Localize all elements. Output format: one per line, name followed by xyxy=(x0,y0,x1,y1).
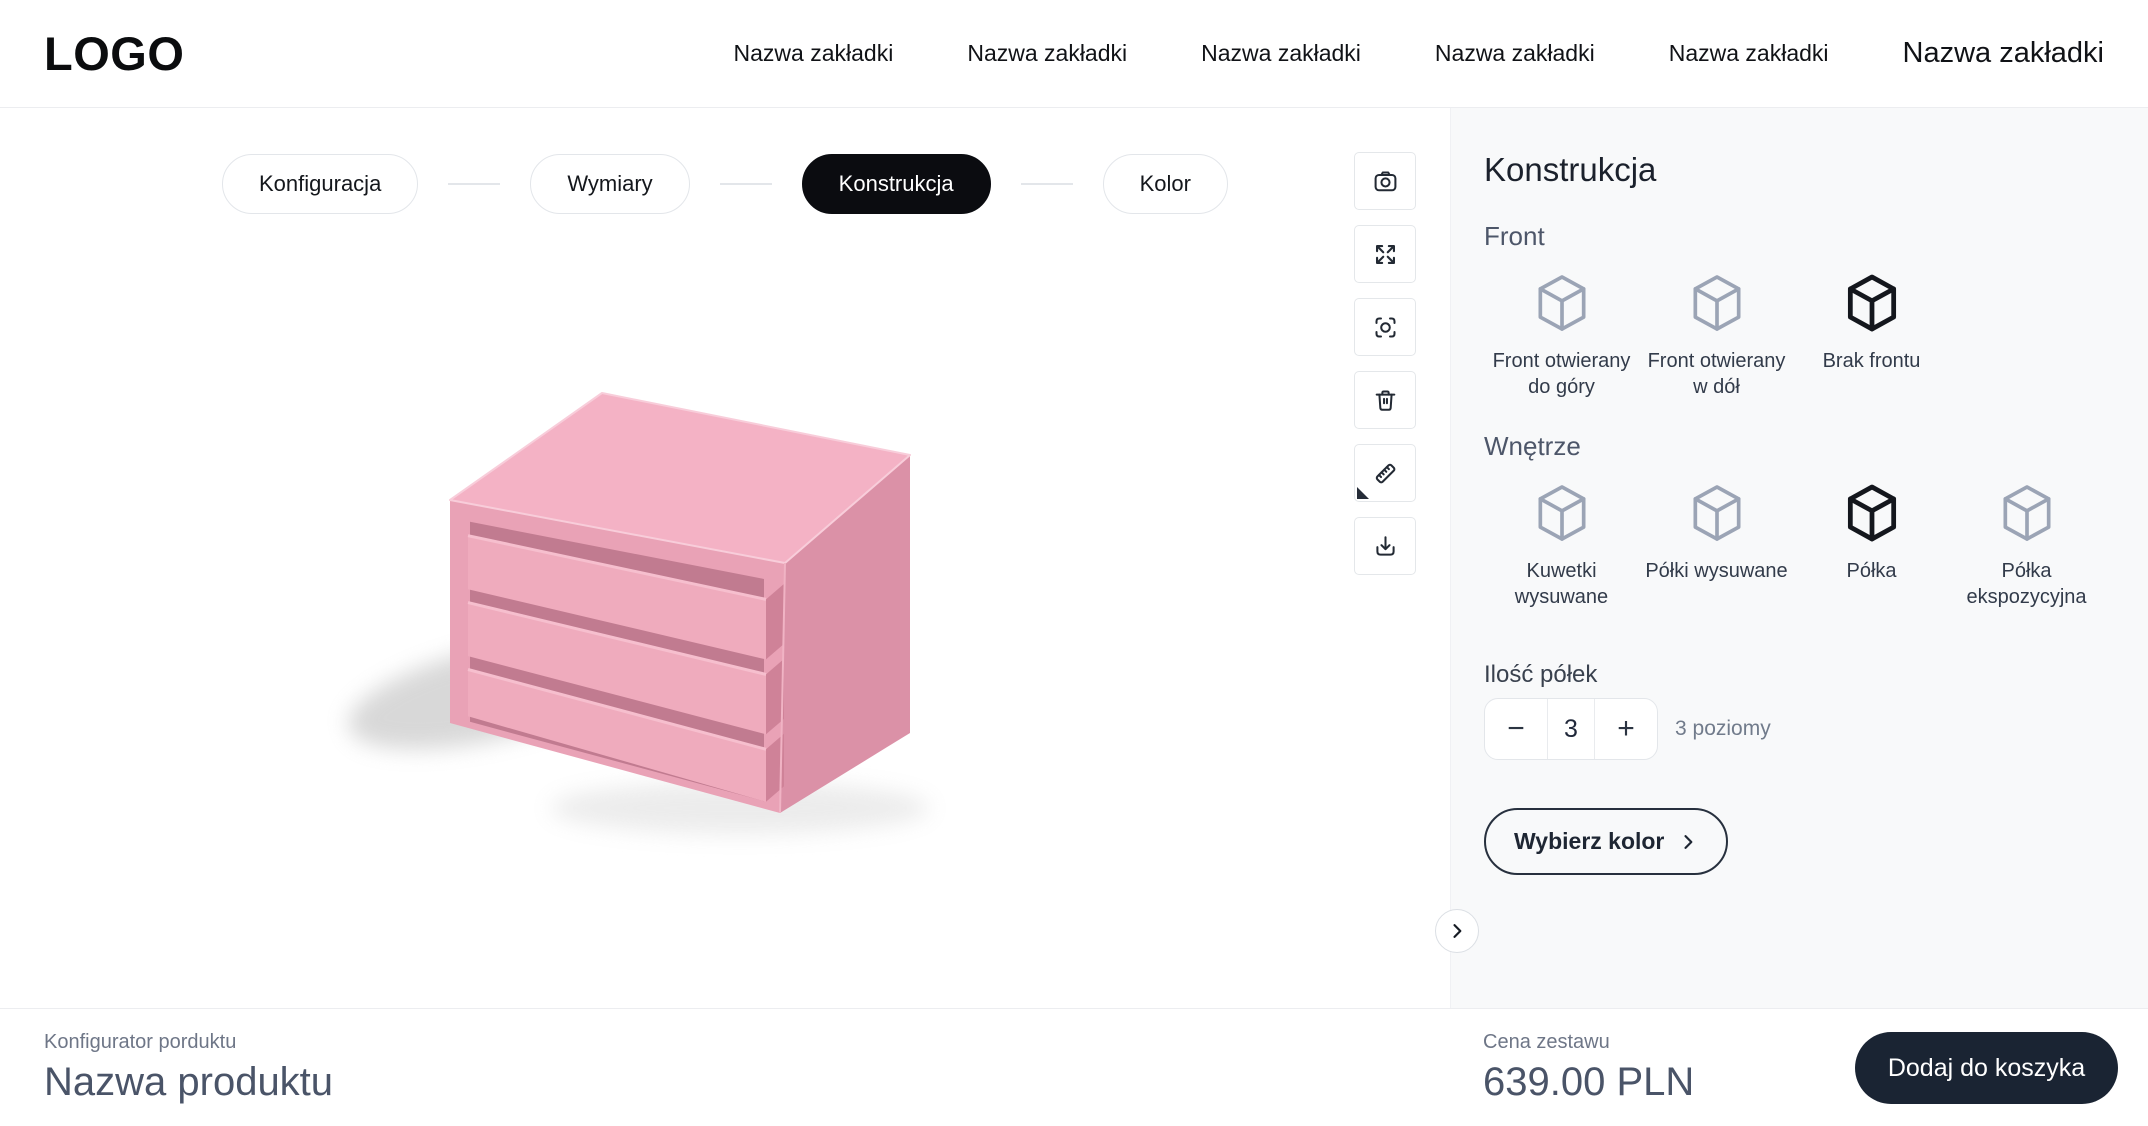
focus-center-icon xyxy=(1372,314,1399,341)
measure-button[interactable] xyxy=(1354,444,1416,502)
option-label: Kuwetki wysuwane xyxy=(1484,558,1639,610)
center-view-button[interactable] xyxy=(1354,298,1416,356)
interior-options: Kuwetki wysuwane Półki wysuwane Półka Pó… xyxy=(1484,484,2124,610)
nav-item-3[interactable]: Nazwa zakładki xyxy=(1201,40,1361,67)
nav-item-5[interactable]: Nazwa zakładki xyxy=(1669,40,1829,67)
option-front-otwierany-w-dol[interactable]: Front otwierany w dół xyxy=(1639,274,1794,400)
fullscreen-icon xyxy=(1372,241,1399,268)
cube-icon xyxy=(1846,274,1898,332)
camera-icon xyxy=(1372,168,1399,195)
cube-icon xyxy=(1691,484,1743,542)
product-info: Konfigurator porduktu Nazwa produktu xyxy=(44,1029,333,1105)
cube-icon xyxy=(1536,274,1588,332)
nav-item-2[interactable]: Nazwa zakładki xyxy=(967,40,1127,67)
configurator-kicker: Konfigurator porduktu xyxy=(44,1029,333,1055)
panel-title: Konstrukcja xyxy=(1484,150,2124,190)
product-configurator-app: LOGO Nazwa zakładki Nazwa zakładki Nazwa… xyxy=(0,0,2148,1126)
configuration-panel: Konstrukcja Front Front otwierany do gór… xyxy=(1450,108,2148,1008)
download-icon xyxy=(1372,533,1399,560)
shelf-count-stepper: − 3 + xyxy=(1484,698,1658,760)
price-value: 639.00 PLN xyxy=(1483,1059,1694,1105)
option-polka-ekspozycyjna[interactable]: Półka ekspozycyjna xyxy=(1949,484,2104,610)
option-label: Front otwierany do góry xyxy=(1484,348,1639,400)
option-kuwetki-wysuwane[interactable]: Kuwetki wysuwane xyxy=(1484,484,1639,610)
option-label: Półka ekspozycyjna xyxy=(1949,558,2104,610)
top-nav: LOGO Nazwa zakładki Nazwa zakładki Nazwa… xyxy=(0,0,2148,108)
step-connector xyxy=(448,183,500,185)
cube-icon xyxy=(1691,274,1743,332)
trash-icon xyxy=(1372,387,1399,414)
nav-item-6[interactable]: Nazwa zakładki xyxy=(1903,37,2104,70)
increment-button[interactable]: + xyxy=(1595,699,1657,759)
chevron-right-icon xyxy=(1678,832,1698,852)
nav-links: Nazwa zakładki Nazwa zakładki Nazwa zakł… xyxy=(734,37,2104,70)
option-front-otwierany-do-gory[interactable]: Front otwierany do góry xyxy=(1484,274,1639,400)
summary-bar: Konfigurator porduktu Nazwa produktu Cen… xyxy=(0,1008,2148,1126)
cube-icon xyxy=(1536,484,1588,542)
product-name: Nazwa produktu xyxy=(44,1059,333,1105)
viewer-toolbar xyxy=(1354,152,1416,575)
section-label-wnetrze: Wnętrze xyxy=(1484,430,2124,462)
submenu-corner-marker xyxy=(1357,487,1369,499)
section-label-front: Front xyxy=(1484,220,2124,252)
option-polka-selected[interactable]: Półka xyxy=(1794,484,1949,610)
viewer-canvas[interactable]: Konfiguracja Wymiary Konstrukcja Kolor xyxy=(0,108,1450,1008)
shelf-count-label: Ilość półek xyxy=(1484,660,2124,690)
step-connector xyxy=(1021,183,1073,185)
main-area: Konfiguracja Wymiary Konstrukcja Kolor xyxy=(0,108,2148,1008)
download-button[interactable] xyxy=(1354,517,1416,575)
decrement-button[interactable]: − xyxy=(1485,699,1547,759)
front-options: Front otwierany do góry Front otwierany … xyxy=(1484,274,2124,400)
camera-snapshot-button[interactable] xyxy=(1354,152,1416,210)
configurator-stepper: Konfiguracja Wymiary Konstrukcja Kolor xyxy=(0,154,1450,214)
chevron-right-icon xyxy=(1447,921,1467,941)
cube-icon xyxy=(1846,484,1898,542)
price-label: Cena zestawu xyxy=(1483,1029,1694,1055)
shelf-count-row: − 3 + 3 poziomy xyxy=(1484,698,2124,760)
cube-icon xyxy=(2001,484,2053,542)
choose-color-label: Wybierz kolor xyxy=(1514,828,1664,855)
price-block: Cena zestawu 639.00 PLN xyxy=(1483,1029,1694,1105)
option-brak-frontu-selected[interactable]: Brak frontu xyxy=(1794,274,1949,400)
option-label: Półka xyxy=(1846,558,1896,584)
choose-color-button[interactable]: Wybierz kolor xyxy=(1484,808,1728,875)
fullscreen-button[interactable] xyxy=(1354,225,1416,283)
product-3d-model[interactable] xyxy=(440,388,960,833)
option-label: Brak frontu xyxy=(1823,348,1921,374)
option-label: Półki wysuwane xyxy=(1645,558,1787,584)
step-wymiary[interactable]: Wymiary xyxy=(530,154,689,214)
option-label: Front otwierany w dół xyxy=(1639,348,1794,400)
step-connector xyxy=(720,183,772,185)
collapse-panel-button[interactable] xyxy=(1435,909,1479,953)
step-konfiguracja[interactable]: Konfiguracja xyxy=(222,154,418,214)
option-polki-wysuwane[interactable]: Półki wysuwane xyxy=(1639,484,1794,610)
nav-item-1[interactable]: Nazwa zakładki xyxy=(734,40,894,67)
levels-hint: 3 poziomy xyxy=(1675,717,1771,741)
shelf-count-value: 3 xyxy=(1547,699,1595,759)
step-konstrukcja-active[interactable]: Konstrukcja xyxy=(802,154,991,214)
step-kolor[interactable]: Kolor xyxy=(1103,154,1228,214)
ruler-icon xyxy=(1372,460,1399,487)
add-to-cart-button[interactable]: Dodaj do koszyka xyxy=(1855,1032,2118,1104)
nav-item-4[interactable]: Nazwa zakładki xyxy=(1435,40,1595,67)
logo[interactable]: LOGO xyxy=(44,26,184,81)
delete-button[interactable] xyxy=(1354,371,1416,429)
